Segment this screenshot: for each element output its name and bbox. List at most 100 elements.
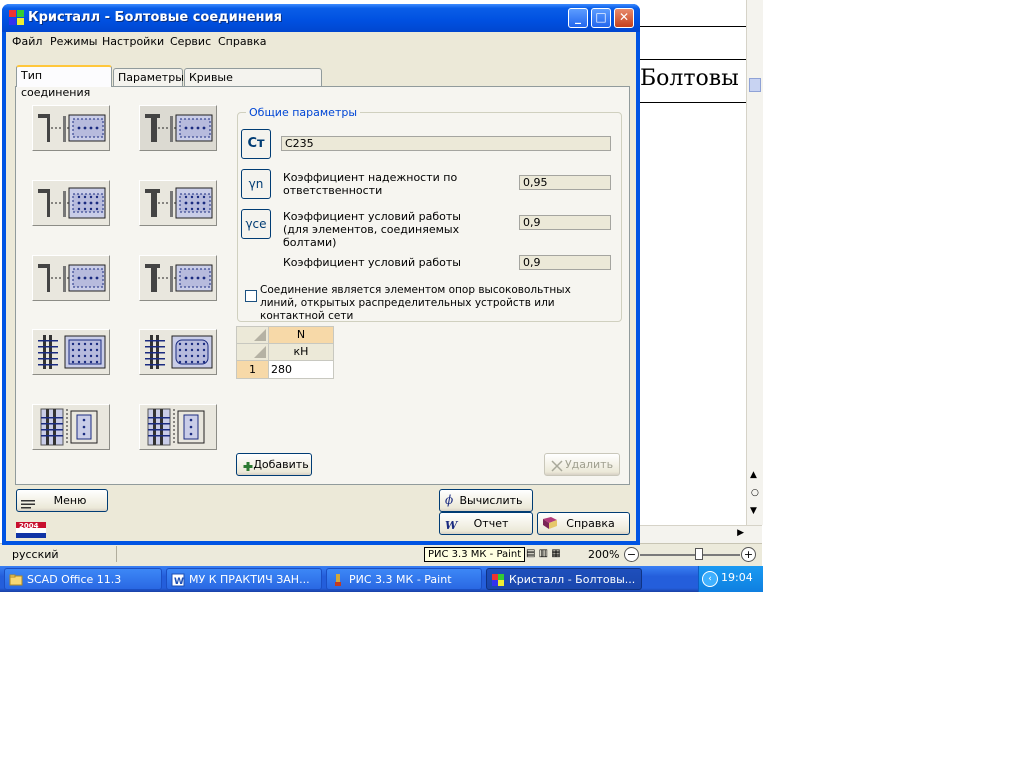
minimize-button[interactable]: _ bbox=[568, 8, 588, 28]
gamma-ce-symbol: γce bbox=[245, 217, 267, 231]
calculate-button-label: Вычислить bbox=[459, 494, 523, 507]
svg-text:W: W bbox=[445, 519, 459, 531]
document-scrollbar[interactable]: ▲ ○ ▼ bbox=[746, 0, 763, 525]
bolted-joint-schematic-icon bbox=[145, 335, 213, 369]
svg-text:W: W bbox=[174, 577, 184, 587]
title-bar[interactable]: Кристалл - Болтовые соединения _ □ ✕ bbox=[2, 4, 640, 32]
scheme-tile-1[interactable] bbox=[32, 105, 110, 151]
gamma-n-button[interactable]: γn bbox=[241, 169, 271, 199]
zoom-out-icon[interactable]: − bbox=[624, 547, 639, 562]
scheme-tile-9[interactable] bbox=[32, 404, 110, 450]
folder-icon bbox=[9, 573, 23, 587]
paint-icon bbox=[331, 573, 345, 587]
gamma-c-label: Коэффициент условий работы bbox=[283, 256, 461, 269]
bolted-joint-schematic-icon bbox=[38, 187, 106, 219]
report-button-label: Отчет bbox=[473, 517, 509, 530]
gamma-c-field[interactable]: 0,9 bbox=[519, 255, 611, 270]
status-divider bbox=[116, 546, 117, 562]
scheme-tile-5[interactable] bbox=[32, 255, 110, 301]
show-hidden-icons-icon[interactable]: ‹ bbox=[702, 571, 718, 587]
menu-settings[interactable]: Настройки bbox=[102, 35, 164, 48]
taskbar-item-label: МУ К ПРАКТИЧ ЗАН... bbox=[189, 573, 310, 586]
phi-icon: ϕ bbox=[445, 493, 455, 514]
gamma-n-field[interactable]: 0,95 bbox=[519, 175, 611, 190]
zoom-in-icon[interactable]: + bbox=[741, 547, 756, 562]
hv-support-checkbox[interactable] bbox=[245, 290, 257, 302]
taskbar-tooltip: РИС 3.3 МК - Paint bbox=[424, 547, 526, 562]
scheme-tile-6[interactable] bbox=[139, 255, 217, 301]
clock: 19:04 bbox=[721, 571, 753, 584]
grid-row-index[interactable]: 1 bbox=[236, 360, 269, 379]
taskbar-item-label: Кристалл - Болтовы... bbox=[509, 573, 636, 586]
scheme-tile-3[interactable] bbox=[32, 180, 110, 226]
menu-modes[interactable]: Режимы bbox=[50, 35, 97, 48]
help-button[interactable]: Справка bbox=[537, 512, 630, 535]
grid-corner[interactable] bbox=[236, 326, 269, 344]
gamma-ce-button[interactable]: γce bbox=[241, 209, 271, 239]
taskbar-item-scad[interactable]: SCAD Office 11.3 bbox=[4, 568, 162, 590]
document-line bbox=[640, 59, 746, 60]
steel-field[interactable]: С235 bbox=[281, 136, 611, 151]
document-text: Болтовы bbox=[640, 66, 739, 91]
scrollbar-thumb[interactable] bbox=[749, 78, 761, 92]
add-button[interactable]: Добавить bbox=[236, 453, 312, 476]
delete-button[interactable]: Удалить bbox=[544, 453, 620, 476]
scheme-tile-2[interactable] bbox=[139, 105, 217, 151]
document-status-bar: русский ▤ ▥ ▦ 200% − + bbox=[0, 543, 762, 566]
taskbar: SCAD Office 11.3 W МУ К ПРАКТИЧ ЗАН... Р… bbox=[0, 566, 763, 592]
menu-button-label: Меню bbox=[53, 494, 87, 507]
grid-cell-n[interactable]: 280 bbox=[268, 360, 334, 379]
taskbar-item-label: SCAD Office 11.3 bbox=[27, 573, 122, 586]
tab-parameters[interactable]: Параметры bbox=[113, 68, 184, 86]
menu-service[interactable]: Сервис bbox=[170, 35, 211, 48]
group-legend: Общие параметры bbox=[246, 106, 361, 119]
maximize-button[interactable]: □ bbox=[591, 8, 611, 28]
bolted-joint-schematic-icon bbox=[40, 408, 98, 446]
scheme-tile-4[interactable] bbox=[139, 180, 217, 226]
gamma-n-symbol: γn bbox=[248, 177, 264, 191]
report-button[interactable]: W Отчет bbox=[439, 512, 533, 535]
scheme-tile-7[interactable] bbox=[32, 329, 110, 375]
bolted-joint-schematic-icon bbox=[145, 114, 213, 142]
zoom-slider[interactable] bbox=[640, 554, 740, 556]
scroll-right-icon[interactable]: ▶ bbox=[737, 528, 744, 538]
tab-connection-type[interactable]: Тип соединения bbox=[16, 65, 112, 99]
language-indicator: русский bbox=[12, 548, 59, 561]
gamma-ce-field[interactable]: 0,9 bbox=[519, 215, 611, 230]
scheme-tile-10[interactable] bbox=[139, 404, 217, 450]
bolted-joint-schematic-icon bbox=[38, 335, 106, 369]
grid-header-n[interactable]: N bbox=[268, 326, 334, 344]
close-button[interactable]: ✕ bbox=[614, 8, 634, 28]
svg-text:ϕ: ϕ bbox=[445, 493, 453, 507]
bolted-joint-schematic-icon bbox=[38, 114, 106, 142]
calculate-button[interactable]: ϕ Вычислить bbox=[439, 489, 533, 512]
zoom-slider-thumb[interactable] bbox=[695, 548, 703, 560]
delete-x-icon bbox=[551, 458, 563, 479]
menu-bar: Файл Режимы Настройки Сервис Справка bbox=[6, 32, 636, 52]
taskbar-item-kristall[interactable]: Кристалл - Болтовы... bbox=[486, 568, 642, 590]
gamma-ce-label: Коэффициент условий работы (для элементо… bbox=[283, 210, 461, 249]
gamma-n-label: Коэффициент надежности по ответственност… bbox=[283, 171, 458, 197]
kristall-app-icon bbox=[491, 573, 505, 587]
tab-interaction-curves[interactable]: Кривые взаимодействия bbox=[184, 68, 322, 101]
taskbar-item-paint[interactable]: РИС 3.3 МК - Paint bbox=[326, 568, 482, 590]
horizontal-scrollbar[interactable]: ▶ bbox=[640, 525, 762, 543]
grid-header-unit: кН bbox=[268, 343, 334, 361]
taskbar-item-word[interactable]: W МУ К ПРАКТИЧ ЗАН... bbox=[166, 568, 322, 590]
select-browse-object-icon[interactable]: ○ bbox=[751, 488, 759, 498]
steel-button[interactable]: Ст bbox=[241, 129, 271, 159]
menu-button[interactable]: Меню bbox=[16, 489, 108, 512]
help-button-label: Справка bbox=[566, 517, 615, 530]
view-mode-icons[interactable]: ▤ ▥ ▦ bbox=[526, 548, 561, 559]
scheme-tile-8[interactable] bbox=[139, 329, 217, 375]
grid-corner-2 bbox=[236, 343, 269, 361]
svg-text:2004: 2004 bbox=[19, 522, 39, 530]
word-report-icon: W bbox=[445, 517, 459, 538]
scroll-down-icon[interactable]: ▼ bbox=[750, 506, 757, 516]
scroll-up-icon[interactable]: ▲ bbox=[750, 470, 757, 480]
bolted-joint-schematic-icon bbox=[145, 264, 213, 292]
menu-file[interactable]: Файл bbox=[12, 35, 42, 48]
menu-help[interactable]: Справка bbox=[218, 35, 266, 48]
bolted-joint-schematic-icon bbox=[38, 264, 106, 292]
help-book-icon bbox=[542, 516, 558, 537]
